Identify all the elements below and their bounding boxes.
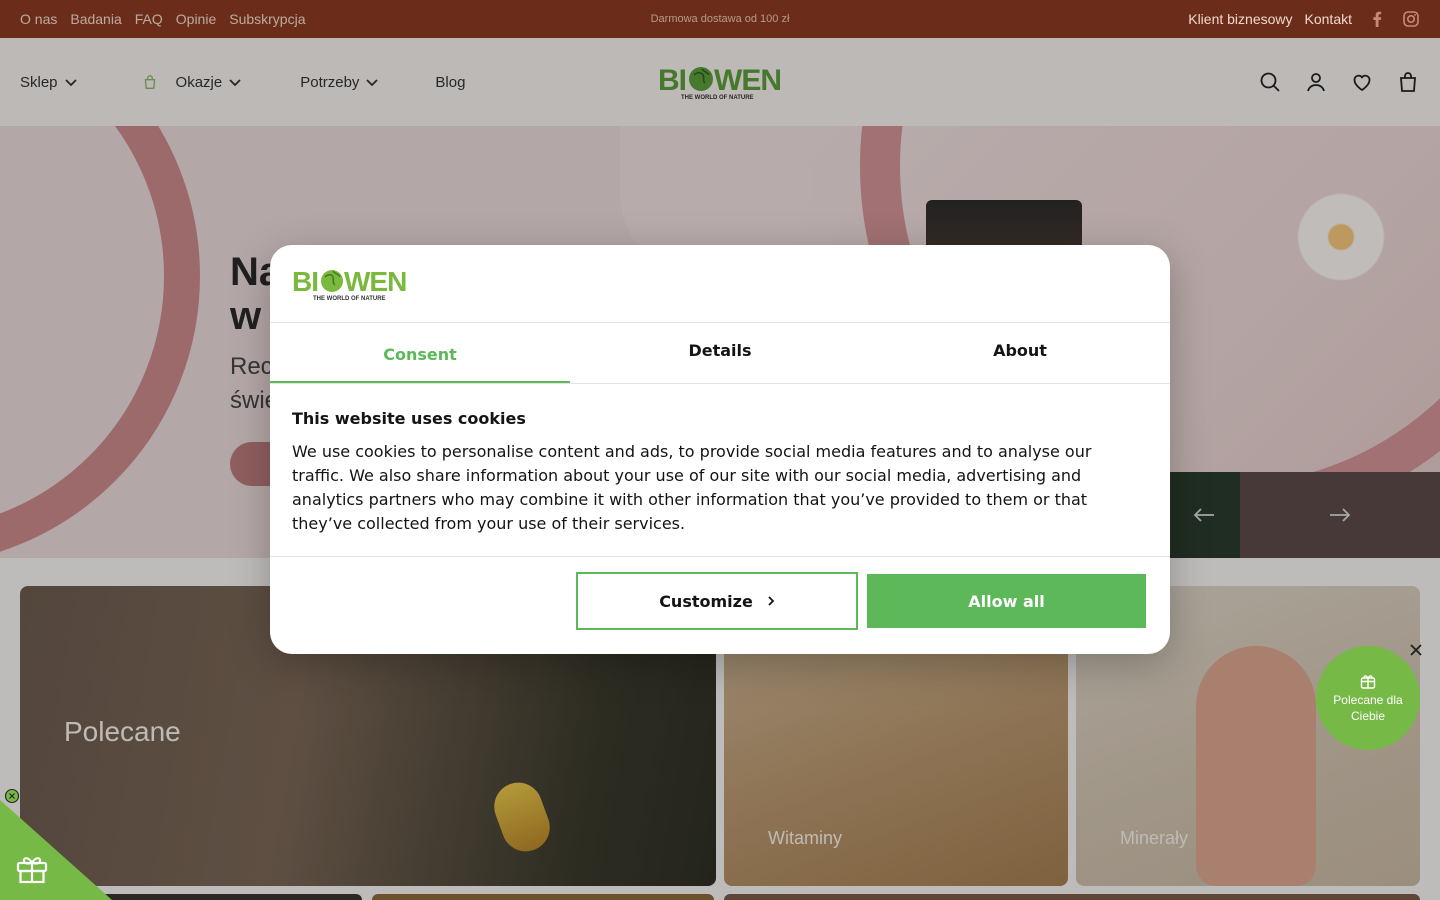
close-circle-icon[interactable] — [4, 788, 20, 804]
recommended-label: Polecane dla Ciebie — [1333, 693, 1403, 723]
customize-button[interactable]: Customize — [576, 572, 858, 630]
tab-about[interactable]: About — [870, 323, 1170, 383]
modal-biowen-logo: BI WEN THE WORLD OF NATURE — [292, 265, 408, 303]
tab-details[interactable]: Details — [570, 323, 870, 383]
gift-box-icon — [1360, 675, 1376, 689]
gift-icon[interactable] — [14, 850, 50, 886]
topbar-right: Klient biznesowy Kontakt — [1188, 10, 1420, 28]
consent-tabs: Consent Details About — [270, 323, 1170, 384]
svg-text:THE WORLD OF NATURE: THE WORLD OF NATURE — [313, 296, 386, 302]
svg-text:BI: BI — [292, 266, 318, 297]
svg-text:WEN: WEN — [344, 266, 406, 297]
facebook-icon[interactable] — [1368, 10, 1386, 28]
modal-divider — [270, 556, 1170, 557]
customize-button-label: Customize — [659, 591, 753, 611]
modal-divider — [270, 383, 1170, 384]
link-kontakt[interactable]: Kontakt — [1305, 11, 1352, 27]
tab-consent[interactable]: Consent — [270, 323, 570, 384]
cookie-consent-dialog: BI WEN THE WORLD OF NATURE Consent Detai… — [270, 245, 1170, 654]
link-klient-biznesowy[interactable]: Klient biznesowy — [1188, 11, 1292, 27]
allow-all-button[interactable]: Allow all — [867, 574, 1146, 628]
instagram-icon[interactable] — [1402, 10, 1420, 28]
close-icon[interactable] — [1406, 640, 1426, 660]
recommended-for-you-badge[interactable]: Polecane dla Ciebie — [1316, 646, 1420, 750]
chevron-right-icon — [768, 596, 775, 606]
cookie-heading: This website uses cookies — [292, 409, 526, 428]
cookie-description: We use cookies to personalise content an… — [292, 442, 1092, 533]
